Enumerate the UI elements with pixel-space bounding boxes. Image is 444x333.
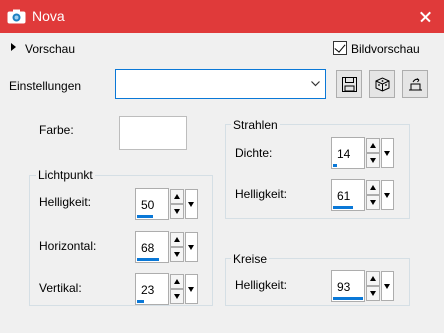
strahlen-helligkeit-bar: [333, 206, 353, 209]
image-preview-checkbox[interactable]: [333, 41, 347, 55]
color-swatch[interactable]: [119, 116, 187, 150]
decrement-button[interactable]: [170, 247, 184, 262]
slider-popup-button[interactable]: [381, 180, 394, 210]
settings-dropdown[interactable]: [115, 69, 326, 99]
increment-button[interactable]: [366, 271, 380, 286]
increment-button[interactable]: [366, 180, 380, 195]
increment-button[interactable]: [170, 274, 184, 289]
lichtpunkt-helligkeit-field[interactable]: 50: [135, 188, 169, 220]
strahlen-helligkeit-field[interactable]: 61: [331, 179, 365, 211]
lichtpunkt-horizontal-label: Horizontal:: [39, 239, 97, 253]
lichtpunkt-horizontal-value: 68: [141, 241, 155, 255]
random-button[interactable]: [369, 70, 395, 98]
reset-icon: [409, 78, 422, 91]
lichtpunkt-helligkeit-bar: [137, 215, 153, 218]
group-title-kreise: Kreise: [231, 252, 270, 266]
kreise-helligkeit-bar: [333, 297, 363, 300]
save-icon: [342, 77, 357, 92]
decrement-button[interactable]: [170, 204, 184, 219]
slider-popup-button[interactable]: [381, 271, 394, 301]
kreise-helligkeit-label: Helligkeit:: [235, 278, 288, 292]
group-title-strahlen: Strahlen: [231, 118, 280, 132]
image-preview-label[interactable]: Bildvorschau: [351, 42, 420, 56]
camera-icon: [7, 9, 26, 24]
slider-popup-button[interactable]: [185, 232, 198, 262]
decrement-button[interactable]: [170, 289, 184, 304]
slider-popup-button[interactable]: [185, 274, 198, 304]
lichtpunkt-vertikal-value: 23: [141, 283, 155, 297]
lichtpunkt-vertikal-label: Vertikal:: [39, 281, 82, 295]
lichtpunkt-helligkeit-spinner[interactable]: 50: [135, 188, 199, 220]
strahlen-helligkeit-label: Helligkeit:: [235, 187, 288, 201]
increment-button[interactable]: [170, 232, 184, 247]
close-button[interactable]: [406, 0, 444, 33]
strahlen-helligkeit-spinner[interactable]: 61: [331, 179, 395, 211]
decrement-button[interactable]: [366, 153, 380, 168]
save-preset-button[interactable]: [336, 70, 362, 98]
strahlen-dichte-value: 14: [337, 147, 351, 161]
strahlen-dichte-label: Dichte:: [235, 146, 273, 160]
increment-button[interactable]: [366, 138, 380, 153]
lichtpunkt-horizontal-spinner[interactable]: 68: [135, 231, 199, 263]
window-title: Nova: [32, 8, 65, 24]
strahlen-helligkeit-value: 61: [337, 189, 351, 203]
title-bar: Nova: [0, 0, 444, 33]
preview-expander-label[interactable]: Vorschau: [25, 42, 75, 56]
lichtpunkt-vertikal-spinner[interactable]: 23: [135, 273, 199, 305]
kreise-helligkeit-field[interactable]: 93: [331, 270, 365, 302]
settings-label: Einstellungen: [9, 79, 82, 93]
dice-icon: [375, 77, 390, 92]
kreise-helligkeit-spinner[interactable]: 93: [331, 270, 395, 302]
lichtpunkt-horizontal-field[interactable]: 68: [135, 231, 169, 263]
expand-arrow-icon[interactable]: [11, 43, 16, 51]
lichtpunkt-helligkeit-value: 50: [141, 198, 155, 212]
color-label: Farbe:: [39, 123, 74, 137]
chevron-down-icon[interactable]: [311, 79, 320, 88]
slider-popup-button[interactable]: [185, 189, 198, 219]
strahlen-dichte-spinner[interactable]: 14: [331, 137, 395, 169]
kreise-helligkeit-value: 93: [337, 280, 351, 294]
reset-button[interactable]: [402, 70, 428, 98]
decrement-button[interactable]: [366, 195, 380, 210]
slider-popup-button[interactable]: [381, 138, 394, 168]
group-title-lichtpunkt: Lichtpunkt: [36, 168, 95, 182]
lichtpunkt-vertikal-field[interactable]: 23: [135, 273, 169, 305]
decrement-button[interactable]: [366, 286, 380, 301]
increment-button[interactable]: [170, 189, 184, 204]
strahlen-dichte-bar: [333, 164, 338, 167]
strahlen-dichte-field[interactable]: 14: [331, 137, 365, 169]
lichtpunkt-vertikal-bar: [137, 300, 145, 303]
lichtpunkt-horizontal-bar: [137, 258, 159, 261]
lichtpunkt-helligkeit-label: Helligkeit:: [39, 195, 92, 209]
